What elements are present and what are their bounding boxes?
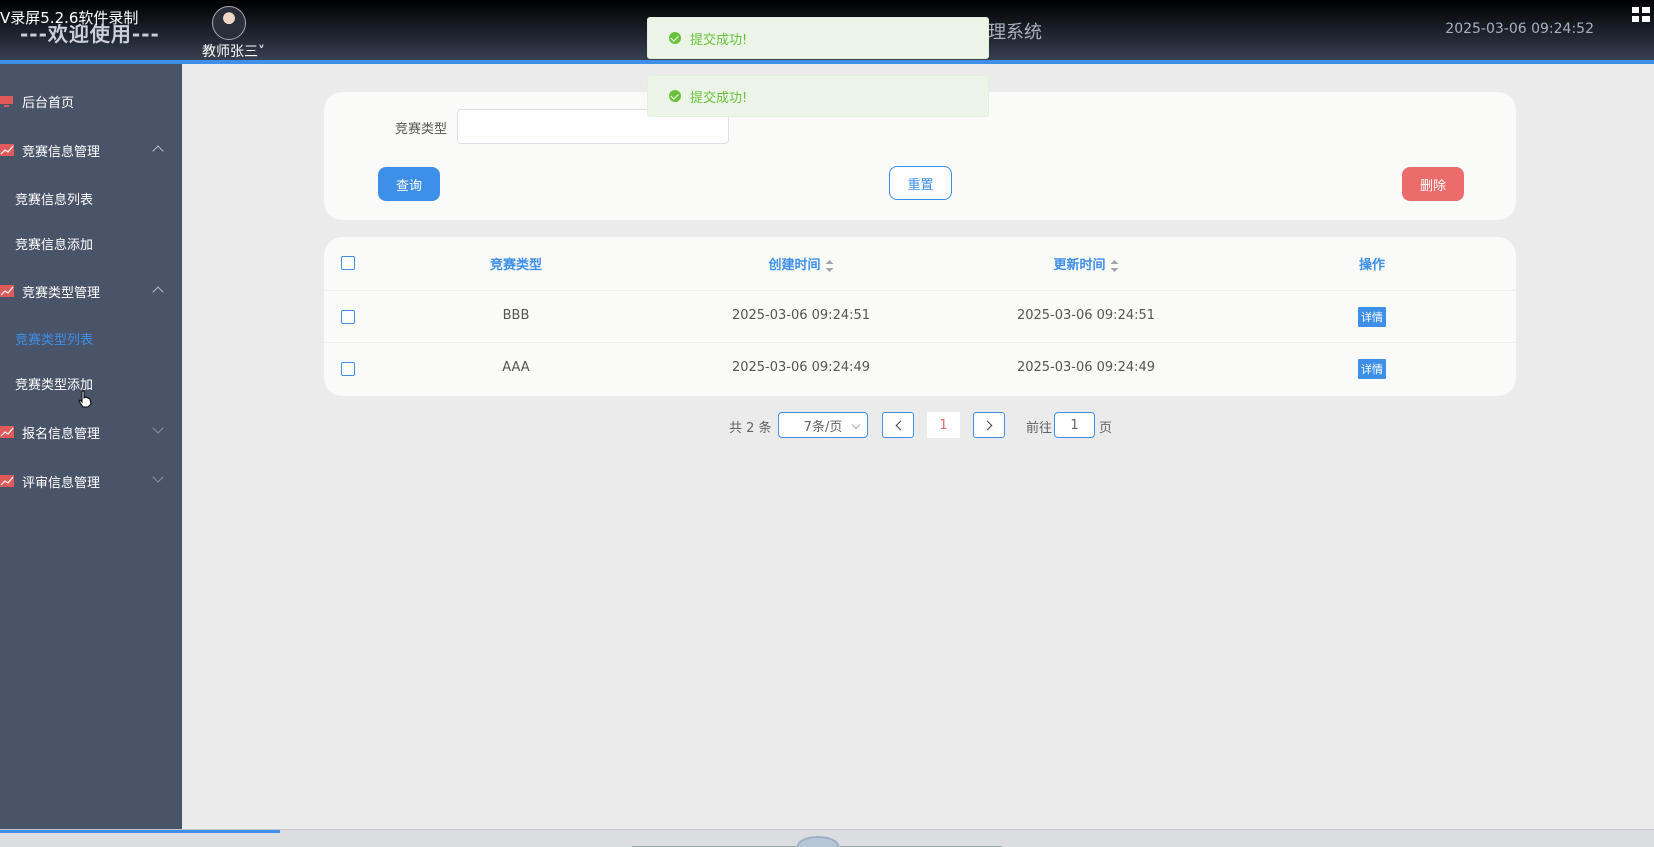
column-header-updated[interactable]: 更新时间: [1053, 254, 1119, 273]
progress-fill: [0, 830, 280, 833]
user-menu[interactable]: 教师张三˅: [202, 41, 265, 61]
toast-message: 提交成功!: [690, 90, 748, 106]
success-toast: 提交成功!: [647, 75, 989, 117]
chevron-down-icon: [152, 422, 164, 434]
sidebar-item-label: 评审信息管理: [22, 475, 101, 491]
sidebar-item-label: 报名信息管理: [22, 426, 101, 442]
table-row: AAA 2025-03-06 09:24:49 2025-03-06 09:24…: [324, 342, 1516, 394]
current-datetime: 2025-03-06 09:24:52: [1445, 21, 1594, 37]
delete-button[interactable]: 删除: [1402, 167, 1464, 201]
page-number-current[interactable]: 1: [927, 412, 960, 438]
sidebar-item-type-list[interactable]: 竞赛类型列表: [15, 329, 93, 348]
sidebar-item-home[interactable]: 后台首页: [0, 86, 182, 116]
toast-message: 提交成功!: [690, 32, 748, 48]
fullscreen-icon[interactable]: [1632, 7, 1650, 23]
sort-icon[interactable]: [1110, 259, 1119, 272]
column-header-type: 竞赛类型: [489, 258, 543, 273]
chevron-up-icon: [152, 145, 164, 157]
sidebar-item-competition-add[interactable]: 竞赛信息添加: [15, 234, 93, 253]
cell-created: 2025-03-06 09:24:49: [731, 360, 871, 375]
competition-type-label: 竞赛类型: [395, 122, 448, 137]
chart-icon: [0, 475, 14, 487]
table-row: BBB 2025-03-06 09:24:51 2025-03-06 09:24…: [324, 290, 1516, 342]
sidebar-item-competition-list[interactable]: 竞赛信息列表: [15, 189, 93, 208]
system-title: 理系统: [988, 22, 1042, 43]
record-knob-icon[interactable]: [797, 836, 839, 847]
success-toast: 提交成功!: [647, 17, 989, 59]
check-circle-icon: [669, 32, 681, 44]
avatar[interactable]: [212, 6, 246, 40]
recorder-progress-bar: [0, 829, 1654, 847]
next-page-button[interactable]: [973, 412, 1005, 438]
column-header-label: 创建时间: [768, 258, 821, 273]
chart-icon: [0, 285, 14, 297]
column-header-created[interactable]: 创建时间: [768, 254, 834, 273]
sidebar-item-registration[interactable]: 报名信息管理: [0, 417, 182, 447]
page-suffix-label: 页: [1099, 421, 1113, 436]
chevron-down-icon: [152, 471, 164, 483]
pagination-total: 共 2 条: [729, 421, 772, 436]
query-button[interactable]: 查询: [378, 167, 440, 201]
sidebar-item-label: 竞赛信息管理: [22, 144, 101, 160]
chevron-up-icon: [152, 286, 164, 298]
detail-button[interactable]: 详情: [1358, 359, 1386, 379]
row-checkbox[interactable]: [341, 310, 355, 324]
cell-updated: 2025-03-06 09:24:51: [1016, 308, 1156, 323]
reset-button[interactable]: 重置: [889, 166, 952, 200]
cell-type: BBB: [502, 308, 530, 323]
data-table: 竞赛类型 创建时间 更新时间 操作 BBB 2025-03-06 09:24:5…: [324, 237, 1516, 396]
header-accent-line: [0, 60, 1654, 64]
chart-icon: [0, 426, 14, 438]
cell-type: AAA: [502, 360, 530, 375]
prev-page-button[interactable]: [882, 412, 914, 438]
column-header-action: 操作: [1358, 258, 1386, 273]
sidebar-item-label: 后台首页: [22, 95, 75, 111]
sidebar-item-competition-info[interactable]: 竞赛信息管理: [0, 135, 182, 165]
monitor-icon: [0, 96, 13, 107]
page-size-value: 7条/页: [803, 419, 843, 435]
column-header-label: 更新时间: [1053, 258, 1106, 273]
goto-page-input[interactable]: [1054, 412, 1095, 438]
recorder-watermark: V录屏5.2.6软件录制: [0, 9, 139, 27]
cell-updated: 2025-03-06 09:24:49: [1016, 360, 1156, 375]
cell-created: 2025-03-06 09:24:51: [731, 308, 871, 323]
sidebar: 后台首页 竞赛信息管理 竞赛信息列表 竞赛信息添加 竞赛类型管理 竞赛类型列表 …: [0, 64, 182, 847]
sort-icon[interactable]: [825, 259, 834, 272]
detail-button[interactable]: 详情: [1358, 307, 1386, 327]
hand-cursor-icon: [78, 390, 92, 408]
sidebar-item-review[interactable]: 评审信息管理: [0, 466, 182, 496]
select-all-checkbox[interactable]: [341, 256, 355, 270]
row-checkbox[interactable]: [341, 362, 355, 376]
table-header: 竞赛类型 创建时间 更新时间 操作: [324, 237, 1516, 289]
page-size-select[interactable]: 7条/页: [778, 412, 868, 438]
goto-label: 前往: [1026, 421, 1053, 436]
sidebar-item-label: 竞赛类型管理: [22, 285, 101, 301]
chart-icon: [0, 144, 14, 156]
chevron-down-icon: [851, 420, 861, 430]
check-circle-icon: [669, 90, 681, 102]
sidebar-item-competition-type[interactable]: 竞赛类型管理: [0, 276, 182, 306]
